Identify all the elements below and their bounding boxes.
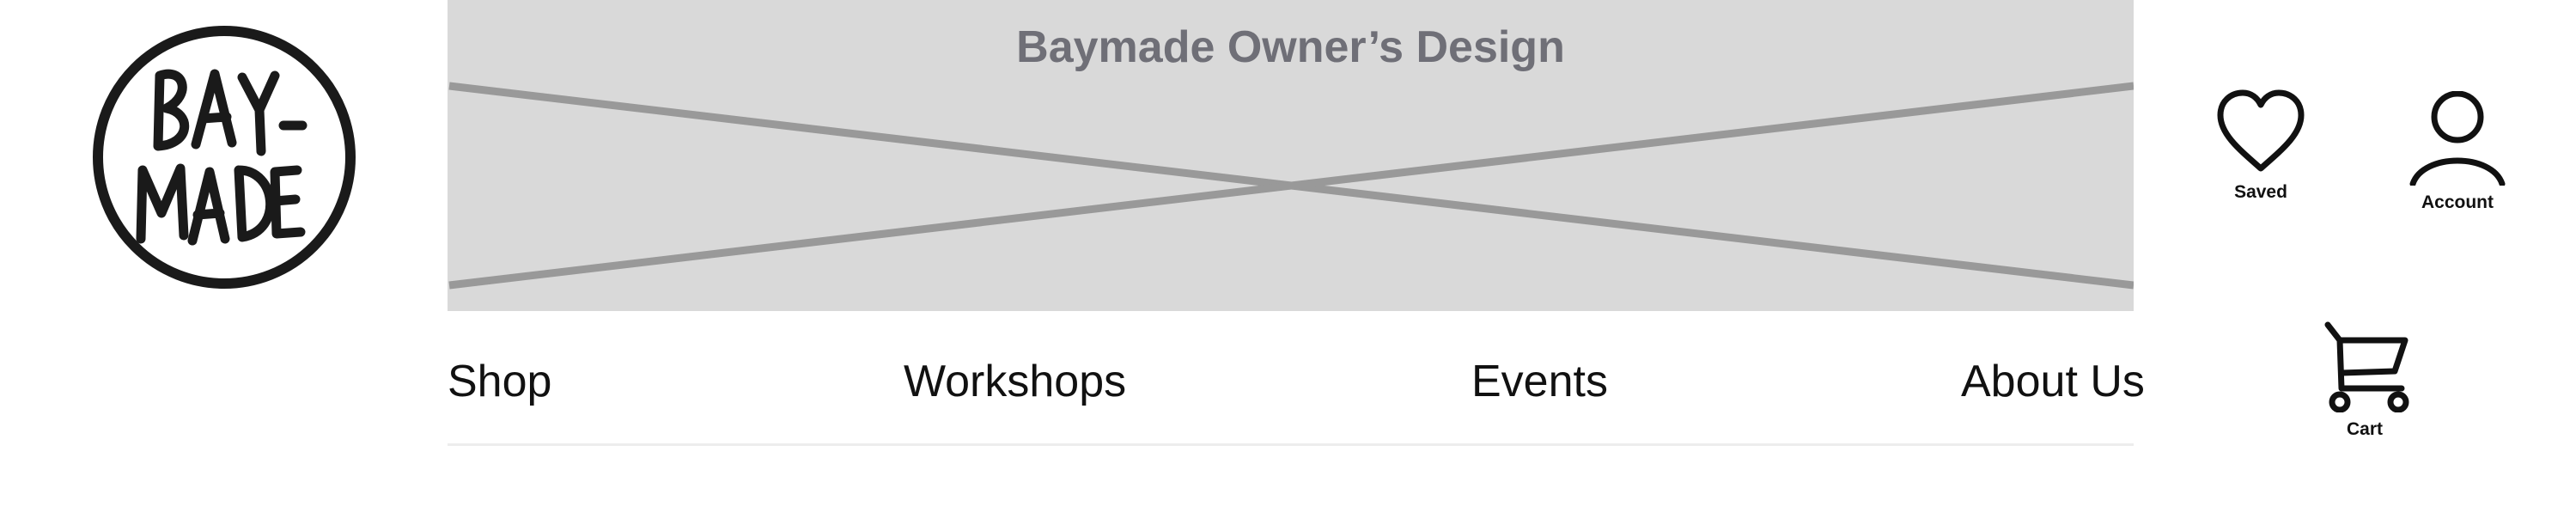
nav-divider — [448, 443, 2134, 446]
cart-icon — [2324, 321, 2409, 412]
nav-item-about-us[interactable]: About Us — [1961, 347, 2145, 416]
user-icon — [2409, 91, 2506, 186]
hero-banner-placeholder: Baymade Owner’s Design — [448, 0, 2134, 311]
heart-icon — [2217, 89, 2305, 172]
saved-label: Saved — [2234, 182, 2287, 202]
brand-logo[interactable] — [91, 24, 357, 290]
cart-button[interactable]: Cart — [2300, 321, 2429, 440]
main-navigation: Shop Workshops Events About Us — [448, 347, 2145, 416]
nav-item-shop[interactable]: Shop — [448, 347, 551, 416]
cart-label: Cart — [2346, 419, 2383, 439]
account-button[interactable]: Account — [2393, 91, 2522, 213]
nav-item-workshops[interactable]: Workshops — [904, 347, 1126, 416]
baymade-logo-mark — [93, 26, 356, 289]
account-label: Account — [2421, 192, 2494, 212]
banner-title: Baymade Owner’s Design — [1016, 22, 1565, 72]
saved-button[interactable]: Saved — [2196, 89, 2325, 203]
nav-item-events[interactable]: Events — [1471, 347, 1608, 416]
